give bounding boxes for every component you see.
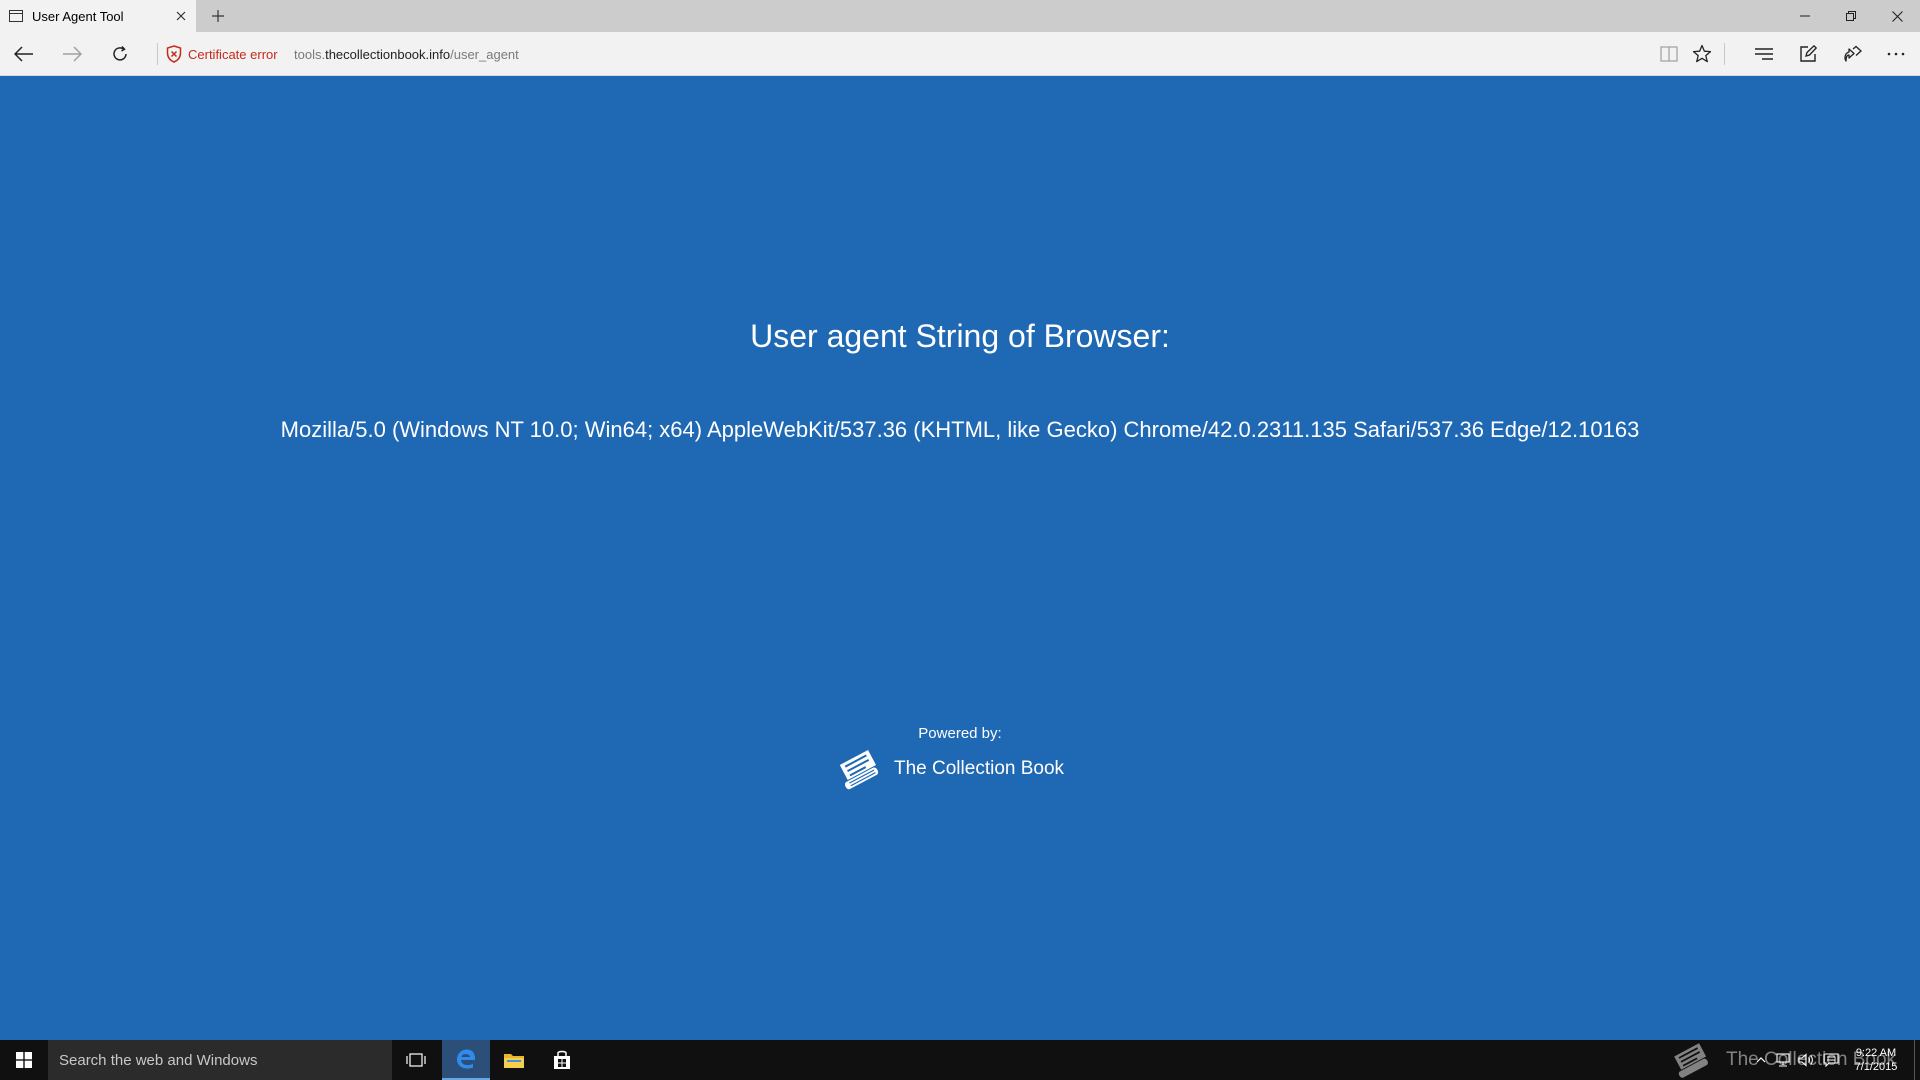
web-note-icon [1800, 45, 1817, 62]
user-agent-string: Mozilla/5.0 (Windows NT 10.0; Win64; x64… [280, 417, 1640, 442]
tab-user-agent-tool[interactable]: User Agent Tool [0, 0, 196, 32]
action-center-icon [1823, 1053, 1839, 1067]
taskbar: Search the web and Windows The Collectio… [0, 1040, 1920, 1080]
task-view-icon [406, 1053, 426, 1067]
close-window-button[interactable] [1874, 0, 1920, 32]
clock-time: 9:22 AM [1855, 1047, 1897, 1059]
volume-icon [1798, 1053, 1813, 1067]
close-tab-button[interactable] [166, 0, 196, 32]
back-button[interactable] [6, 36, 42, 72]
show-hidden-icons-button[interactable] [1750, 1040, 1772, 1080]
taskbar-search-box[interactable]: Search the web and Windows [48, 1040, 392, 1080]
minimize-icon [1800, 15, 1810, 17]
certificate-error-label: Certificate error [188, 46, 278, 62]
divider [157, 43, 158, 65]
task-view-button[interactable] [392, 1040, 440, 1080]
network-button[interactable] [1772, 1040, 1794, 1080]
window-controls [1782, 0, 1920, 32]
store-button[interactable] [538, 1040, 586, 1080]
clock-date: 7/1/2015 [1854, 1061, 1898, 1073]
favorite-button[interactable] [1684, 36, 1720, 72]
minimize-button[interactable] [1782, 0, 1828, 32]
url-path: /user_agent [450, 46, 519, 62]
back-icon [14, 46, 33, 62]
more-button[interactable] [1878, 36, 1914, 72]
refresh-icon [113, 45, 127, 61]
windows-icon [16, 1052, 32, 1068]
star-icon [1692, 44, 1712, 63]
brand-name: The Collection Book [894, 758, 1065, 779]
hub-button[interactable] [1746, 36, 1782, 72]
forward-button[interactable] [54, 36, 90, 72]
close-icon [176, 11, 186, 21]
network-icon [1776, 1053, 1790, 1067]
forward-icon [63, 46, 82, 62]
folder-icon [504, 1054, 524, 1068]
search-placeholder: Search the web and Windows [59, 1051, 258, 1069]
edge-icon [457, 1049, 476, 1069]
volume-button[interactable] [1795, 1040, 1817, 1080]
shield-icon [166, 45, 182, 63]
hub-icon [1755, 48, 1773, 60]
brand-link[interactable]: The Collection Book [834, 743, 1064, 795]
plus-icon [212, 10, 224, 22]
taskbar-clock[interactable]: 9:22 AM 7/1/2015 [1846, 1040, 1906, 1080]
address-field[interactable]: tools. thecollectionbook.info/user_agent [294, 32, 519, 76]
book-icon [1674, 1043, 1708, 1078]
close-icon [1891, 10, 1903, 22]
powered-by-label: Powered by: [918, 725, 1002, 742]
page-heading: User agent String of Browser: [750, 318, 1170, 354]
reading-view-button[interactable] [1651, 36, 1687, 72]
start-button[interactable] [0, 1040, 48, 1080]
url-host: thecollectionbook.info [325, 46, 451, 62]
page-icon [9, 10, 23, 22]
new-tab-button[interactable] [204, 0, 232, 32]
share-button[interactable] [1834, 36, 1870, 72]
certificate-error-indicator[interactable]: Certificate error [166, 32, 278, 76]
chevron-up-icon [1756, 1057, 1766, 1063]
refresh-button[interactable] [102, 36, 138, 72]
share-icon [1844, 45, 1862, 62]
navigation-bar: Certificate error tools. thecollectionboo… [0, 32, 1920, 76]
url-prefix: tools. [294, 46, 326, 62]
more-icon [1887, 52, 1905, 56]
divider [1724, 43, 1725, 65]
file-explorer-button[interactable] [490, 1040, 538, 1080]
restore-button[interactable] [1828, 0, 1874, 32]
tab-title: User Agent Tool [32, 8, 124, 24]
title-bar: User Agent Tool [0, 0, 1920, 32]
page-content: User agent String of Browser: Mozilla/5.… [0, 77, 1920, 1039]
web-note-button[interactable] [1790, 36, 1826, 72]
action-center-button[interactable] [1820, 1040, 1842, 1080]
book-icon [839, 750, 879, 790]
edge-taskbar-button[interactable] [442, 1040, 490, 1080]
reading-view-icon [1660, 46, 1678, 62]
restore-icon [1846, 11, 1856, 21]
store-icon [554, 1050, 570, 1069]
show-desktop-button[interactable] [1914, 1040, 1920, 1080]
